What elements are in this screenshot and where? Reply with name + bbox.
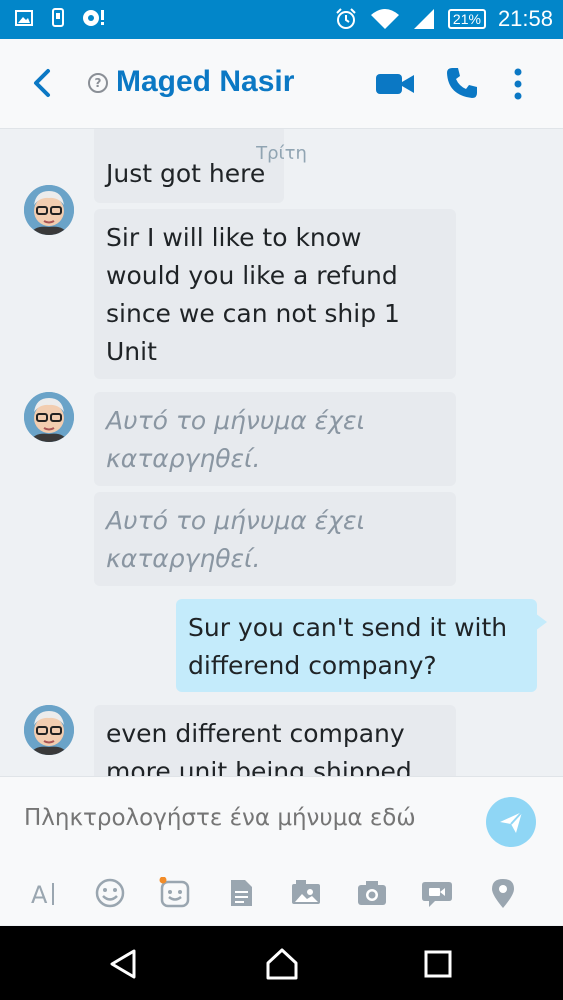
message-line: καταργηθεί.: [106, 544, 261, 573]
wifi-icon: [370, 9, 399, 29]
message-composer: A: [0, 776, 563, 925]
camera-button[interactable]: [356, 877, 388, 909]
video-camera-icon: [376, 74, 414, 94]
message-list[interactable]: Just got here Τρίτη Sir I will like to k…: [0, 129, 563, 776]
send-icon: [500, 811, 523, 833]
alarm-icon: [336, 8, 356, 29]
location-button[interactable]: [487, 877, 519, 909]
recents-nav-button[interactable]: [420, 946, 456, 982]
info-icon[interactable]: ?: [88, 73, 108, 93]
message-line: καταργηθεί.: [106, 444, 261, 473]
phone-notification-icon: [52, 8, 64, 27]
chevron-left-icon: [34, 69, 50, 97]
message-line: since we can not ship 1: [106, 299, 400, 328]
more-vertical-icon: [514, 68, 522, 100]
text-format-icon: A: [31, 881, 54, 909]
alert-notification-icon: [83, 10, 104, 26]
more-options-button[interactable]: [506, 67, 530, 101]
message-bubble[interactable]: Sir I will like to know would you like a…: [94, 209, 456, 379]
location-icon: [492, 879, 514, 908]
back-triangle-icon: [110, 949, 136, 979]
video-message-icon: [422, 882, 452, 907]
emoji-button[interactable]: [94, 877, 126, 909]
video-call-button[interactable]: [374, 69, 416, 99]
sticker-icon: [159, 876, 190, 908]
message-line: differend company?: [188, 651, 437, 680]
chat-header: ? Maged Nasir: [0, 39, 563, 129]
message-line: Αυτό το μήνυμα έχει: [106, 506, 365, 535]
file-icon: [231, 880, 252, 906]
message-line: Sur you can't send it with: [188, 613, 508, 642]
contact-avatar[interactable]: [24, 185, 74, 235]
message-input[interactable]: [24, 805, 474, 831]
home-icon: [266, 948, 298, 980]
message-line: even different company: [106, 719, 405, 748]
video-message-button[interactable]: [421, 877, 453, 909]
send-button[interactable]: [486, 797, 536, 847]
file-button[interactable]: [225, 877, 257, 909]
svg-text:A: A: [31, 881, 48, 909]
text-format-button[interactable]: A: [28, 877, 60, 909]
phone-icon: [447, 68, 477, 98]
recents-icon: [424, 950, 452, 978]
clock: 21:58: [497, 6, 553, 31]
emoji-icon: [95, 878, 125, 908]
message-line: Unit: [106, 337, 157, 366]
contact-avatar[interactable]: [24, 705, 74, 755]
media-icon: [292, 880, 320, 904]
avatar-portrait-icon: [24, 705, 74, 755]
signal-icon: [413, 9, 434, 29]
message-line: Sir I will like to know: [106, 223, 362, 252]
message-bubble[interactable]: even different company more unit being s…: [94, 705, 456, 776]
message-line: more unit being shipped: [106, 757, 412, 776]
back-nav-button[interactable]: [106, 946, 142, 982]
avatar-portrait-icon: [24, 392, 74, 442]
message-line: would you like a refund: [106, 261, 398, 290]
message-line: Αυτό το μήνυμα έχει: [106, 406, 365, 435]
contact-name[interactable]: Maged Nasir: [116, 65, 294, 99]
message-bubble[interactable]: Just got here: [94, 129, 284, 203]
battery-indicator: 21%: [447, 9, 486, 29]
deleted-message-bubble[interactable]: Αυτό το μήνυμα έχει καταργηθεί.: [94, 492, 456, 586]
deleted-message-bubble[interactable]: Αυτό το μήνυμα έχει καταργηθεί.: [94, 392, 456, 486]
contact-avatar[interactable]: [24, 392, 74, 442]
avatar-portrait-icon: [24, 185, 74, 235]
composer-toolbar: A: [0, 873, 563, 917]
home-nav-button[interactable]: [264, 946, 300, 982]
media-button[interactable]: [290, 877, 322, 909]
sticker-button[interactable]: [159, 876, 191, 909]
system-navigation-bar: [0, 926, 563, 1000]
day-separator: Τρίτη: [256, 143, 307, 164]
outgoing-message-bubble[interactable]: Sur you can't send it with differend com…: [176, 599, 547, 692]
camera-icon: [358, 881, 386, 905]
gallery-notification-icon: [15, 10, 33, 26]
back-button[interactable]: [28, 65, 58, 101]
status-bar: 21% 21:58: [0, 0, 563, 39]
voice-call-button[interactable]: [444, 65, 480, 101]
